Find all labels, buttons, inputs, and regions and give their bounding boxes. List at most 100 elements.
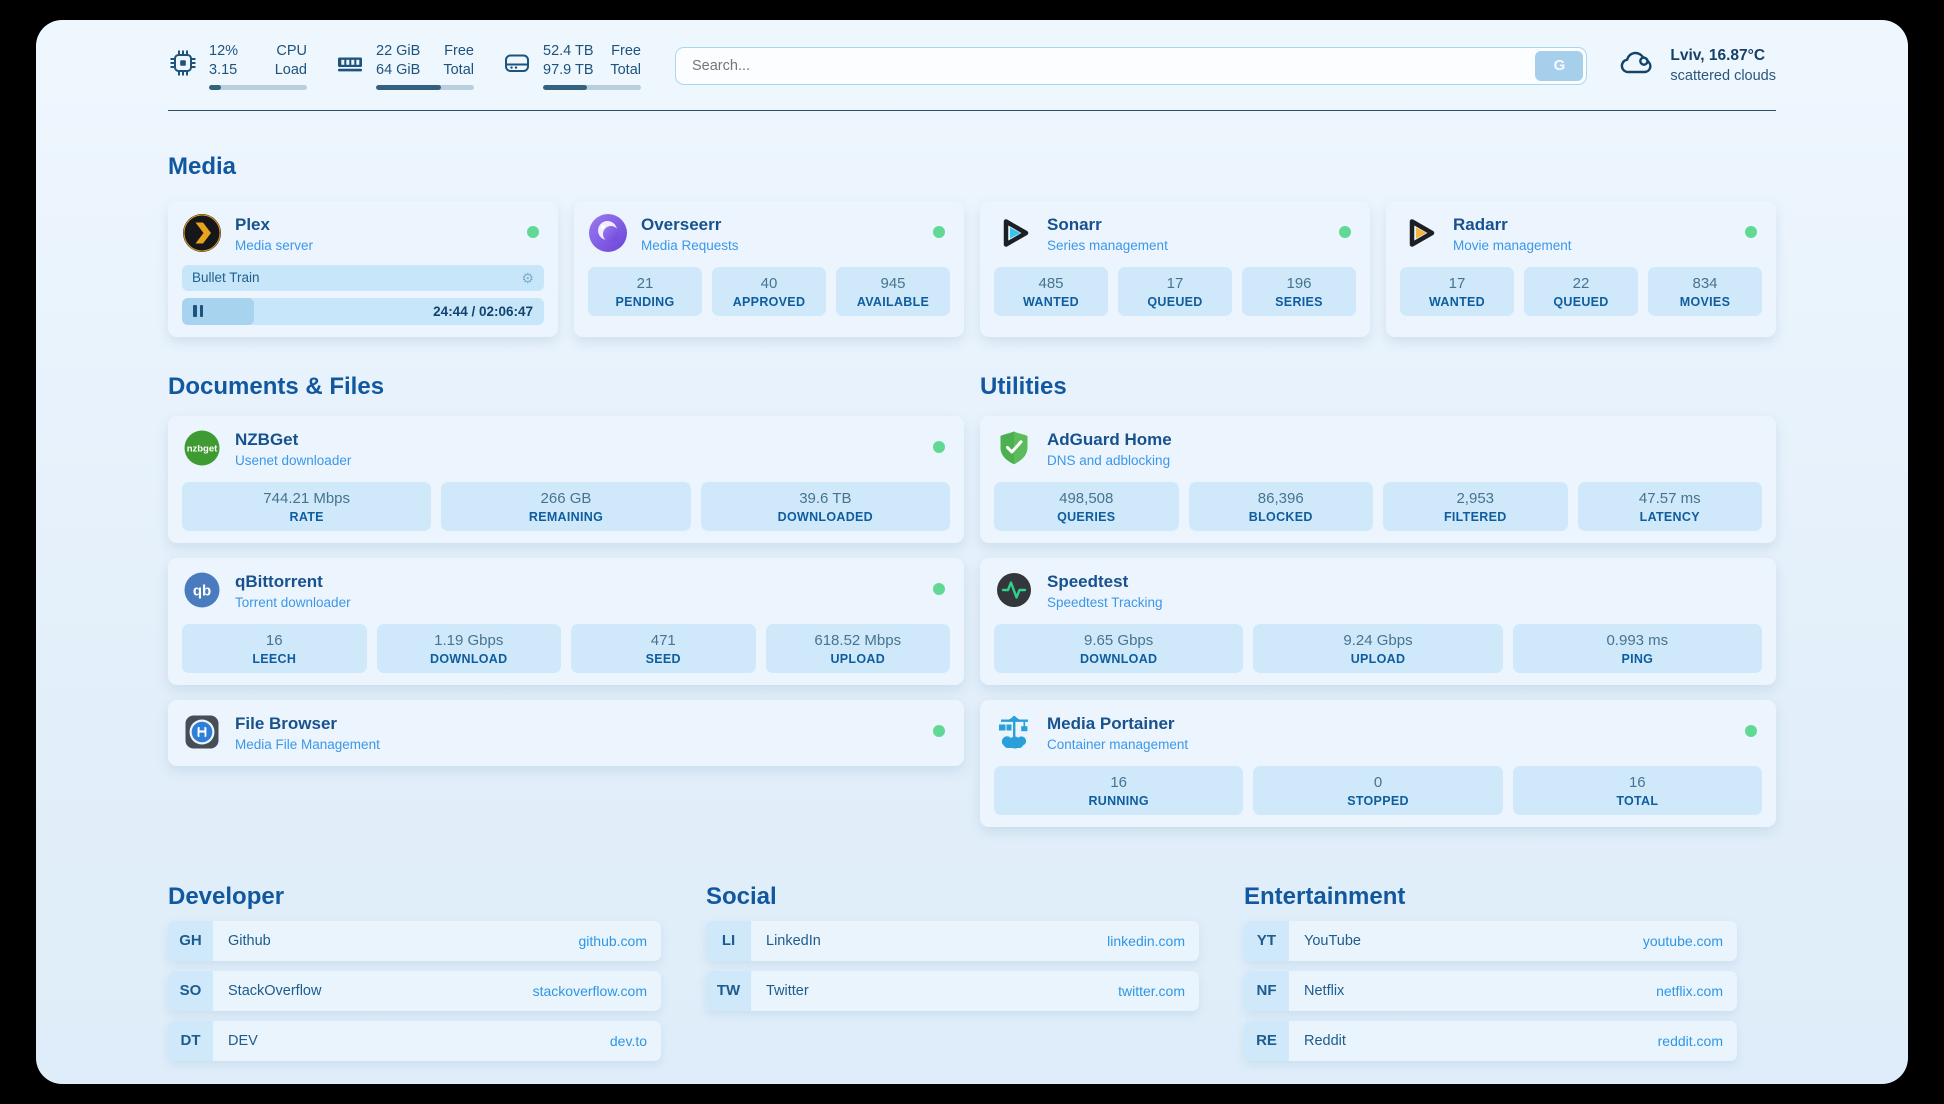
memory-total-value: 64 GiB bbox=[376, 61, 420, 80]
weather-location-temp: Lviv, 16.87°C bbox=[1670, 46, 1776, 67]
bookmark-abbr: LI bbox=[706, 921, 751, 961]
service-subtitle: Container management bbox=[1047, 737, 1188, 752]
section-title-social: Social bbox=[706, 883, 1199, 911]
status-dot bbox=[933, 725, 945, 737]
weather-widget[interactable]: Lviv, 16.87°C scattered clouds bbox=[1617, 43, 1776, 88]
stat-tile: 1.19 GbpsDOWNLOAD bbox=[377, 624, 562, 673]
disk-total-label: Total bbox=[610, 61, 641, 80]
bookmark-name: Reddit bbox=[1304, 1033, 1346, 1049]
bookmark-reddit[interactable]: RE Reddit reddit.com bbox=[1244, 1021, 1737, 1061]
service-card-portainer[interactable]: Media Portainer Container management 16R… bbox=[980, 700, 1776, 827]
bookmark-url: dev.to bbox=[610, 1033, 647, 1049]
bookmark-url: github.com bbox=[579, 933, 647, 949]
stat-tile: 618.52 MbpsUPLOAD bbox=[766, 624, 951, 673]
bookmark-abbr: TW bbox=[706, 971, 751, 1011]
filebrowser-icon bbox=[182, 712, 222, 752]
bookmark-abbr: NF bbox=[1244, 971, 1289, 1011]
stat-tile: 0.993 msPING bbox=[1513, 624, 1762, 673]
bookmark-twitter[interactable]: TW Twitter twitter.com bbox=[706, 971, 1199, 1011]
stat-tile: 471SEED bbox=[571, 624, 756, 673]
stat-tile: 16LEECH bbox=[182, 624, 367, 673]
bookmark-abbr: YT bbox=[1244, 921, 1289, 961]
service-card-adguard[interactable]: AdGuard Home DNS and adblocking 498,508Q… bbox=[980, 416, 1776, 543]
service-subtitle: Series management bbox=[1047, 238, 1168, 253]
bookmark-url: twitter.com bbox=[1118, 983, 1185, 999]
speedtest-icon bbox=[994, 570, 1034, 610]
bookmark-linkedin[interactable]: LI LinkedIn linkedin.com bbox=[706, 921, 1199, 961]
top-bar: 12% CPU 3.15 Load bbox=[168, 42, 1776, 90]
bookmark-name: Github bbox=[228, 933, 271, 949]
bookmark-netflix[interactable]: NF Netflix netflix.com bbox=[1244, 971, 1737, 1011]
radarr-icon bbox=[1400, 213, 1440, 253]
memory-monitor: 22 GiB Free 64 GiB Total bbox=[335, 42, 474, 90]
service-title: qBittorrent bbox=[235, 572, 351, 592]
overseerr-icon bbox=[588, 213, 628, 253]
stat-tile: 834MOVIES bbox=[1648, 267, 1762, 316]
service-title: NZBGet bbox=[235, 430, 351, 450]
service-title: Radarr bbox=[1453, 215, 1572, 235]
service-card-plex[interactable]: Plex Media server Bullet Train ⚙ 24:44 /… bbox=[168, 201, 558, 337]
bookmark-abbr: DT bbox=[168, 1021, 213, 1061]
memory-total-label: Total bbox=[443, 61, 474, 80]
bookmark-abbr: GH bbox=[168, 921, 213, 961]
status-dot bbox=[1339, 226, 1351, 238]
bookmark-url: netflix.com bbox=[1656, 983, 1723, 999]
weather-condition: scattered clouds bbox=[1670, 67, 1776, 87]
service-card-overseerr[interactable]: Overseerr Media Requests 21PENDING 40APP… bbox=[574, 201, 964, 337]
service-subtitle: DNS and adblocking bbox=[1047, 453, 1172, 468]
service-subtitle: Media File Management bbox=[235, 737, 380, 752]
stat-tile: 17WANTED bbox=[1400, 267, 1514, 316]
disk-progress-bar bbox=[543, 85, 641, 90]
bookmark-dev[interactable]: DT DEV dev.to bbox=[168, 1021, 661, 1061]
bookmark-abbr: SO bbox=[168, 971, 213, 1011]
service-title: Sonarr bbox=[1047, 215, 1168, 235]
cpu-icon bbox=[168, 48, 198, 83]
stat-tile: 47.57 msLATENCY bbox=[1578, 482, 1763, 531]
stat-tile: 9.24 GbpsUPLOAD bbox=[1253, 624, 1502, 673]
search-provider-button[interactable]: G bbox=[1535, 51, 1583, 81]
cloud-icon bbox=[1617, 43, 1657, 88]
service-subtitle: Speedtest Tracking bbox=[1047, 595, 1163, 610]
cpu-load-value: 3.15 bbox=[209, 61, 237, 80]
service-card-nzbget[interactable]: nzbget NZBGet Usenet downloader 744.21 M… bbox=[168, 416, 964, 543]
stat-tile: 86,396BLOCKED bbox=[1189, 482, 1374, 531]
section-title-media: Media bbox=[168, 153, 1776, 181]
service-card-speedtest[interactable]: Speedtest Speedtest Tracking 9.65 GbpsDO… bbox=[980, 558, 1776, 685]
service-card-filebrowser[interactable]: File Browser Media File Management bbox=[168, 700, 964, 766]
bookmark-youtube[interactable]: YT YouTube youtube.com bbox=[1244, 921, 1737, 961]
section-title-utilities: Utilities bbox=[980, 373, 1776, 401]
service-card-qbittorrent[interactable]: qb qBittorrent Torrent downloader 16LEEC… bbox=[168, 558, 964, 685]
status-dot bbox=[933, 226, 945, 238]
bookmark-url: linkedin.com bbox=[1107, 933, 1185, 949]
service-card-sonarr[interactable]: Sonarr Series management 485WANTED 17QUE… bbox=[980, 201, 1370, 337]
service-card-radarr[interactable]: Radarr Movie management 17WANTED 22QUEUE… bbox=[1386, 201, 1776, 337]
bookmark-url: reddit.com bbox=[1658, 1033, 1723, 1049]
service-subtitle: Movie management bbox=[1453, 238, 1572, 253]
bookmark-url: stackoverflow.com bbox=[533, 983, 647, 999]
search-bar: G bbox=[675, 47, 1587, 85]
section-title-entertainment: Entertainment bbox=[1244, 883, 1737, 911]
portainer-icon bbox=[994, 712, 1034, 752]
disk-free-value: 52.4 TB bbox=[543, 42, 594, 61]
svg-text:nzbget: nzbget bbox=[187, 443, 218, 454]
section-title-developer: Developer bbox=[168, 883, 661, 911]
bookmark-name: DEV bbox=[228, 1033, 258, 1049]
stat-tile: 266 GBREMAINING bbox=[441, 482, 690, 531]
stat-tile: 21PENDING bbox=[588, 267, 702, 316]
disk-total-value: 97.9 TB bbox=[543, 61, 594, 80]
stat-tile: 40APPROVED bbox=[712, 267, 826, 316]
section-title-documents: Documents & Files bbox=[168, 373, 964, 401]
now-playing-progress: 24:44 / 02:06:47 bbox=[182, 298, 544, 325]
disk-monitor: 52.4 TB Free 97.9 TB Total bbox=[502, 42, 641, 90]
stat-tile: 16TOTAL bbox=[1513, 766, 1762, 815]
service-subtitle: Usenet downloader bbox=[235, 453, 351, 468]
stat-tile: 744.21 MbpsRATE bbox=[182, 482, 431, 531]
bookmark-github[interactable]: GH Github github.com bbox=[168, 921, 661, 961]
nzbget-icon: nzbget bbox=[182, 428, 222, 468]
service-title: Overseerr bbox=[641, 215, 739, 235]
disk-free-label: Free bbox=[611, 42, 641, 61]
memory-free-label: Free bbox=[444, 42, 474, 61]
bookmark-stackoverflow[interactable]: SO StackOverflow stackoverflow.com bbox=[168, 971, 661, 1011]
search-input[interactable] bbox=[675, 47, 1587, 85]
now-playing-row: Bullet Train ⚙ bbox=[182, 265, 544, 291]
